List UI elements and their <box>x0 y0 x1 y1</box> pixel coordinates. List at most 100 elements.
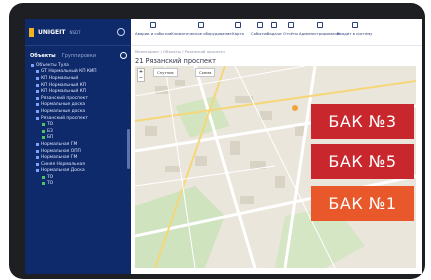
tree-item-label: КП Нормальный КП <box>41 82 86 88</box>
tree-item-label: Нормальная Доска <box>41 168 85 174</box>
toolbar-item-label: Входит в систему <box>337 31 373 36</box>
tank-badge-5[interactable]: БАК №5 <box>311 144 414 179</box>
tree-item[interactable]: Нормальная ОПП <box>31 148 131 155</box>
tank-badge-1[interactable]: БАК №1 <box>311 186 414 221</box>
toolbar-item[interactable]: Администрирование <box>299 22 340 36</box>
tree-item-label: КП Нормальный <box>41 75 79 81</box>
sidebar-tabs: Объекты Группировки <box>25 46 131 62</box>
tree-item[interactable]: GT Нормальный КП КИП <box>31 69 131 76</box>
tree-item[interactable]: КП Нормальный <box>31 75 131 82</box>
toolbar-icon <box>287 22 294 28</box>
checkbox-icon[interactable] <box>36 76 39 80</box>
toolbar-icon <box>271 22 278 28</box>
toolbar-icon <box>198 22 205 28</box>
tree-item-label: БЗ <box>47 128 53 134</box>
toolbar-icon <box>150 22 157 28</box>
tab-objects[interactable]: Объекты <box>30 53 56 59</box>
checkbox-icon[interactable] <box>36 156 39 160</box>
app-screen: UNIGEIT NSDT Объекты Группировки Объекты… <box>25 19 422 274</box>
map-scheme-button[interactable]: Схема <box>195 68 216 77</box>
sidebar: UNIGEIT NSDT Объекты Группировки Объекты… <box>25 19 131 274</box>
logo-bar: UNIGEIT NSDT <box>25 19 131 46</box>
tree-item[interactable]: Объекты Тула <box>31 62 131 69</box>
tree-item-label: Объекты Тула <box>36 62 69 68</box>
checkbox-icon[interactable] <box>31 63 34 67</box>
tree-item[interactable]: Нормальная ГМ <box>31 154 131 161</box>
tree-item-label: ТО <box>47 181 54 187</box>
checkbox-icon[interactable] <box>36 142 39 146</box>
toolbar-item[interactable]: Аварии и события <box>135 22 171 36</box>
checkbox-icon[interactable] <box>42 175 45 179</box>
toolbar-item-label: Климатическое оборудование <box>171 31 232 36</box>
tree-item-label: БП <box>47 135 54 141</box>
tree-item[interactable]: Синяя Нормальная <box>31 161 131 168</box>
toolbar-item-label: Задачи <box>267 31 282 36</box>
checkbox-icon[interactable] <box>36 90 39 94</box>
toolbar-item-label: Администрирование <box>299 31 341 36</box>
tank-badge-3[interactable]: БАК №3 <box>311 104 414 139</box>
tree-item[interactable]: ТО <box>31 181 131 188</box>
logo-icon <box>29 27 34 37</box>
checkbox-icon[interactable] <box>36 83 39 87</box>
checkbox-icon[interactable] <box>36 70 39 74</box>
tree-item[interactable]: Рязанский проспект <box>31 115 131 122</box>
checkbox-icon[interactable] <box>36 169 39 173</box>
checkbox-icon[interactable] <box>42 123 45 127</box>
toolbar-icon <box>316 22 323 28</box>
tree-item[interactable]: БП <box>31 135 131 142</box>
checkbox-icon[interactable] <box>36 162 39 166</box>
zoom-control[interactable]: + − <box>137 68 145 82</box>
tree-item[interactable]: Нормальные доска <box>31 102 131 109</box>
tree-item-label: GT Нормальный КП КИП <box>41 69 97 75</box>
toolbar-item[interactable]: Входит в систему <box>337 22 372 36</box>
checkbox-icon[interactable] <box>36 116 39 120</box>
checkbox-icon[interactable] <box>36 109 39 113</box>
map-satellite-button[interactable]: Спутник <box>153 68 178 77</box>
checkbox-icon[interactable] <box>36 149 39 153</box>
toolbar-icon <box>234 22 241 28</box>
tree-item[interactable]: КП Нормальный КП <box>31 88 131 95</box>
toolbar-item[interactable]: Климатическое оборудование <box>171 22 232 36</box>
checkbox-icon[interactable] <box>42 182 45 186</box>
logo-text: UNIGEIT <box>38 28 66 36</box>
checkbox-icon[interactable] <box>36 103 39 107</box>
laptop-frame: UNIGEIT NSDT Объекты Группировки Объекты… <box>9 3 425 279</box>
tree-item-label: Нормальная ГМ <box>41 141 78 147</box>
sidebar-scrollbar[interactable] <box>127 129 130 169</box>
tree-item-label: ТО <box>47 174 54 180</box>
tree-item[interactable]: Нормальная ГМ <box>31 141 131 148</box>
toolbar-item[interactable]: Отчёты <box>283 22 298 36</box>
toolbar-icon <box>256 22 263 28</box>
tree-item[interactable]: Нормальные доска <box>31 108 131 115</box>
toolbar-item[interactable]: Карта <box>232 22 244 36</box>
tree-item[interactable]: КП Нормальный КП <box>31 82 131 89</box>
tree-item[interactable]: БЗ <box>31 128 131 135</box>
tree-item-label: Синяя Нормальная <box>41 161 85 167</box>
checkbox-icon[interactable] <box>36 96 39 100</box>
map-view[interactable]: + − Спутник Схема БАК №3 БАК №5 БАК №1 <box>135 66 416 268</box>
toolbar-item-label: Отчёты <box>283 31 298 36</box>
tree-item[interactable]: Рязанский проспект <box>31 95 131 102</box>
tree-item-label: Нормальная ГМ <box>41 155 78 161</box>
tree-item[interactable]: ТО <box>31 174 131 181</box>
search-icon[interactable] <box>120 52 127 59</box>
gear-icon[interactable] <box>117 28 125 36</box>
page-title: 21 Рязанский проспект <box>135 57 216 65</box>
tree-item-label: ТО <box>47 122 54 128</box>
checkbox-icon[interactable] <box>42 136 45 140</box>
toolbar-item[interactable]: События <box>251 22 268 36</box>
toolbar-item[interactable]: Задачи <box>267 22 281 36</box>
tree-item-label: Рязанский проспект <box>41 95 88 101</box>
toolbar-item-label: Карта <box>232 31 244 36</box>
checkbox-icon[interactable] <box>42 129 45 133</box>
toolbar-item-label: События <box>251 31 269 36</box>
toolbar-icon <box>351 22 358 28</box>
tree-item-label: Нормальные доска <box>41 108 86 114</box>
tree-item-label: Рязанский проспект <box>41 115 88 121</box>
logo-subtitle: NSDT <box>69 29 81 35</box>
top-toolbar: Аварии и события Климатическое оборудован… <box>131 19 422 46</box>
tab-groups[interactable]: Группировки <box>62 53 96 59</box>
tree-item[interactable]: Нормальная Доска <box>31 168 131 175</box>
toolbar-item-label: Аварии и события <box>135 31 172 36</box>
tree-item[interactable]: ТО <box>31 121 131 128</box>
